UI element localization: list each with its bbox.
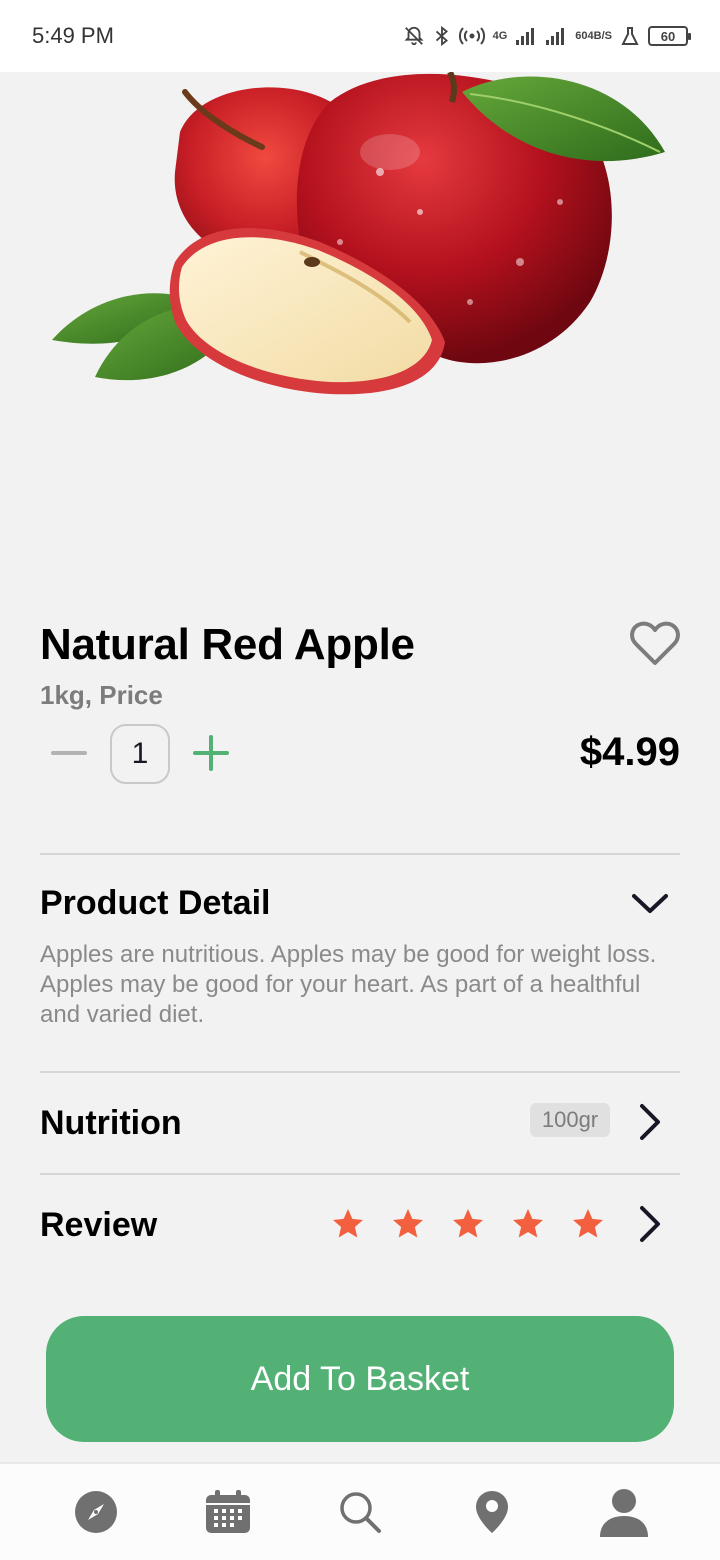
bottom-nav [0, 1462, 720, 1560]
chevron-down-icon [632, 894, 668, 913]
review-expand-button[interactable] [630, 1200, 670, 1248]
chevron-right-icon [640, 1104, 660, 1140]
nav-profile[interactable] [594, 1482, 654, 1542]
location-pin-icon [476, 1491, 508, 1533]
product-detail-title: Product Detail [40, 884, 271, 922]
nutrition-expand-button[interactable] [630, 1098, 670, 1146]
nav-search[interactable] [330, 1482, 390, 1542]
product-subtitle: 1kg, Price [40, 680, 163, 710]
compass-icon [75, 1491, 117, 1533]
user-icon [600, 1489, 648, 1537]
divider [40, 1173, 680, 1175]
net-speed: 604 B/S [575, 30, 612, 42]
nav-explore[interactable] [66, 1482, 126, 1542]
nav-calendar[interactable] [198, 1482, 258, 1542]
nutrition-badge: 100gr [530, 1103, 610, 1137]
chevron-right-icon [640, 1206, 660, 1242]
status-bar: 5:49 PM 4G 604 B/S 60 [0, 0, 720, 72]
product-detail-toggle[interactable] [624, 882, 676, 926]
nutrition-label: Nutrition [40, 1104, 182, 1142]
heart-icon [630, 621, 680, 665]
nav-location[interactable] [462, 1482, 522, 1542]
signal-icon-2 [545, 26, 567, 46]
quantity-decrease-button[interactable] [44, 728, 94, 778]
signal-icon [515, 26, 537, 46]
quantity-field[interactable]: 1 [110, 724, 170, 784]
plus-icon [193, 735, 229, 771]
review-label: Review [40, 1206, 158, 1244]
divider [40, 1071, 680, 1073]
bluetooth-icon [433, 25, 451, 47]
hotspot-icon [458, 26, 485, 46]
net-speed-unit: B/S [593, 30, 612, 42]
review-stars [328, 1204, 608, 1244]
flask-icon [620, 26, 640, 46]
product-image [0, 72, 720, 592]
star-icon [448, 1204, 488, 1244]
add-to-basket-button[interactable]: Add To Basket [46, 1316, 674, 1442]
product-title: Natural Red Apple [40, 620, 415, 669]
star-icon [568, 1204, 608, 1244]
battery-icon: 60 [648, 26, 691, 46]
divider [40, 853, 680, 855]
quantity-increase-button[interactable] [186, 728, 236, 778]
calendar-icon [206, 1490, 250, 1533]
status-time: 5:49 PM [32, 23, 114, 48]
star-icon [508, 1204, 548, 1244]
net-speed-value: 604 [575, 30, 594, 42]
product-price: $4.99 [579, 730, 680, 774]
search-icon [340, 1492, 381, 1533]
mute-notification-icon [403, 25, 425, 47]
favorite-button[interactable] [624, 616, 686, 672]
status-icons: 4G 604 B/S 60 [403, 25, 691, 47]
product-detail-text: Apples are nutritious. Apples may be goo… [40, 941, 657, 1028]
star-icon [388, 1204, 428, 1244]
network-type: 4G [492, 30, 508, 42]
star-icon [328, 1204, 368, 1244]
minus-icon [51, 751, 87, 755]
